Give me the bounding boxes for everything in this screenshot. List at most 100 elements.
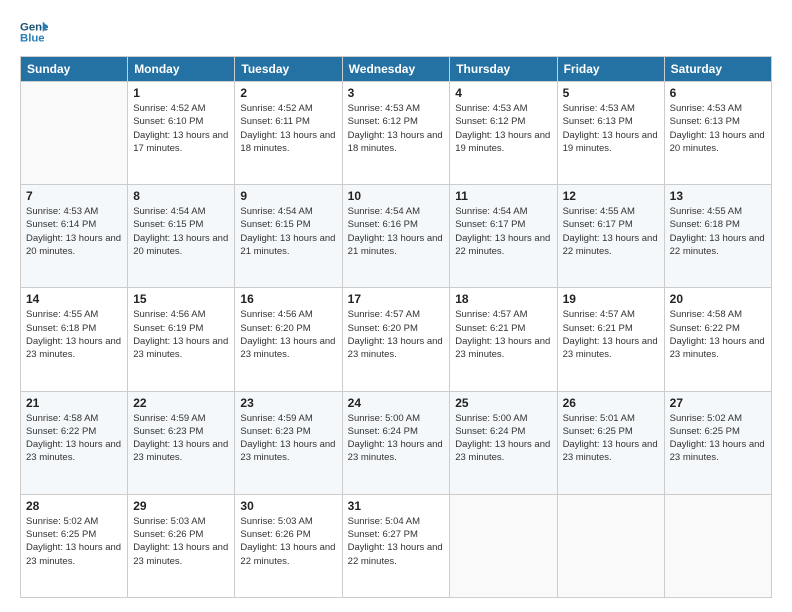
calendar-cell: 8 Sunrise: 4:54 AMSunset: 6:15 PMDaylight… [128, 185, 235, 288]
day-number: 30 [240, 499, 336, 513]
day-number: 8 [133, 189, 229, 203]
calendar-cell: 11 Sunrise: 4:54 AMSunset: 6:17 PMDayligh… [450, 185, 557, 288]
calendar-cell: 21 Sunrise: 4:58 AMSunset: 6:22 PMDayligh… [21, 391, 128, 494]
calendar-cell: 10 Sunrise: 4:54 AMSunset: 6:16 PMDayligh… [342, 185, 450, 288]
day-number: 22 [133, 396, 229, 410]
day-info: Sunrise: 4:54 AMSunset: 6:15 PMDaylight:… [240, 205, 336, 258]
day-number: 9 [240, 189, 336, 203]
calendar-cell: 24Sunrise: 5:00 AMSunset: 6:24 PMDayligh… [342, 391, 450, 494]
calendar-cell: 6Sunrise: 4:53 AMSunset: 6:13 PMDaylight… [664, 82, 771, 185]
day-info: Sunrise: 4:56 AMSunset: 6:20 PMDaylight:… [240, 308, 336, 361]
day-number: 18 [455, 292, 551, 306]
day-number: 4 [455, 86, 551, 100]
calendar-cell [664, 494, 771, 597]
day-info: Sunrise: 4:57 AMSunset: 6:20 PMDaylight:… [348, 308, 445, 361]
day-info: Sunrise: 4:56 AMSunset: 6:19 PMDaylight:… [133, 308, 229, 361]
calendar-table: SundayMondayTuesdayWednesdayThursdayFrid… [20, 56, 772, 598]
header: General Blue [20, 18, 772, 46]
day-info: Sunrise: 4:54 AMSunset: 6:16 PMDaylight:… [348, 205, 445, 258]
page: General Blue SundayMondayTuesdayWednesda… [0, 0, 792, 612]
calendar-cell: 2 Sunrise: 4:52 AMSunset: 6:11 PMDaylight… [235, 82, 342, 185]
day-info: Sunrise: 4:53 AMSunset: 6:13 PMDaylight:… [563, 102, 659, 155]
calendar-cell: 15 Sunrise: 4:56 AMSunset: 6:19 PMDayligh… [128, 288, 235, 391]
day-number: 28 [26, 499, 122, 513]
calendar-cell: 25 Sunrise: 5:00 AMSunset: 6:24 PMDayligh… [450, 391, 557, 494]
day-info: Sunrise: 4:53 AMSunset: 6:14 PMDaylight:… [26, 205, 122, 258]
day-info: Sunrise: 4:53 AMSunset: 6:13 PMDaylight:… [670, 102, 766, 155]
day-info: Sunrise: 4:54 AMSunset: 6:17 PMDaylight:… [455, 205, 551, 258]
day-number: 5 [563, 86, 659, 100]
calendar-week-row: 21 Sunrise: 4:58 AMSunset: 6:22 PMDayligh… [21, 391, 772, 494]
calendar-cell: 17 Sunrise: 4:57 AMSunset: 6:20 PMDayligh… [342, 288, 450, 391]
day-number: 3 [348, 86, 445, 100]
day-info: Sunrise: 4:55 AMSunset: 6:18 PMDaylight:… [670, 205, 766, 258]
day-info: Sunrise: 4:57 AMSunset: 6:21 PMDaylight:… [455, 308, 551, 361]
calendar-cell: 14 Sunrise: 4:55 AMSunset: 6:18 PMDayligh… [21, 288, 128, 391]
day-number: 20 [670, 292, 766, 306]
calendar-week-row: 7 Sunrise: 4:53 AMSunset: 6:14 PMDaylight… [21, 185, 772, 288]
day-number: 2 [240, 86, 336, 100]
calendar-cell: 16 Sunrise: 4:56 AMSunset: 6:20 PMDayligh… [235, 288, 342, 391]
calendar-cell: 23 Sunrise: 4:59 AMSunset: 6:23 PMDayligh… [235, 391, 342, 494]
day-info: Sunrise: 4:53 AMSunset: 6:12 PMDaylight:… [455, 102, 551, 155]
day-number: 12 [563, 189, 659, 203]
day-info: Sunrise: 5:00 AMSunset: 6:24 PMDaylight:… [455, 412, 551, 465]
day-number: 26 [563, 396, 659, 410]
calendar-cell [450, 494, 557, 597]
weekday-header-wednesday: Wednesday [342, 57, 450, 82]
day-number: 11 [455, 189, 551, 203]
weekday-header-friday: Friday [557, 57, 664, 82]
calendar-cell: 18 Sunrise: 4:57 AMSunset: 6:21 PMDayligh… [450, 288, 557, 391]
day-number: 31 [348, 499, 445, 513]
day-number: 23 [240, 396, 336, 410]
day-number: 25 [455, 396, 551, 410]
calendar-cell: 13 Sunrise: 4:55 AMSunset: 6:18 PMDayligh… [664, 185, 771, 288]
weekday-header-monday: Monday [128, 57, 235, 82]
day-number: 15 [133, 292, 229, 306]
weekday-header-saturday: Saturday [664, 57, 771, 82]
day-number: 7 [26, 189, 122, 203]
day-info: Sunrise: 4:52 AMSunset: 6:11 PMDaylight:… [240, 102, 336, 155]
day-number: 29 [133, 499, 229, 513]
calendar-cell: 30Sunrise: 5:03 AMSunset: 6:26 PMDayligh… [235, 494, 342, 597]
weekday-header-thursday: Thursday [450, 57, 557, 82]
day-number: 16 [240, 292, 336, 306]
day-info: Sunrise: 5:03 AMSunset: 6:26 PMDaylight:… [133, 515, 229, 568]
weekday-header-sunday: Sunday [21, 57, 128, 82]
calendar-cell: 1 Sunrise: 4:52 AMSunset: 6:10 PMDaylight… [128, 82, 235, 185]
calendar-cell: 9 Sunrise: 4:54 AMSunset: 6:15 PMDaylight… [235, 185, 342, 288]
logo-icon: General Blue [20, 18, 48, 46]
svg-text:Blue: Blue [20, 33, 45, 45]
day-info: Sunrise: 4:55 AMSunset: 6:17 PMDaylight:… [563, 205, 659, 258]
day-number: 1 [133, 86, 229, 100]
calendar-cell: 27 Sunrise: 5:02 AMSunset: 6:25 PMDayligh… [664, 391, 771, 494]
day-number: 10 [348, 189, 445, 203]
day-info: Sunrise: 5:02 AMSunset: 6:25 PMDaylight:… [26, 515, 122, 568]
day-number: 14 [26, 292, 122, 306]
calendar-cell: 4 Sunrise: 4:53 AMSunset: 6:12 PMDaylight… [450, 82, 557, 185]
day-info: Sunrise: 4:59 AMSunset: 6:23 PMDaylight:… [133, 412, 229, 465]
day-number: 17 [348, 292, 445, 306]
day-info: Sunrise: 4:58 AMSunset: 6:22 PMDaylight:… [670, 308, 766, 361]
day-info: Sunrise: 4:58 AMSunset: 6:22 PMDaylight:… [26, 412, 122, 465]
calendar-cell: 20 Sunrise: 4:58 AMSunset: 6:22 PMDayligh… [664, 288, 771, 391]
calendar-cell: 26Sunrise: 5:01 AMSunset: 6:25 PMDayligh… [557, 391, 664, 494]
day-number: 21 [26, 396, 122, 410]
day-number: 13 [670, 189, 766, 203]
day-info: Sunrise: 4:54 AMSunset: 6:15 PMDaylight:… [133, 205, 229, 258]
logo: General Blue [20, 18, 48, 46]
day-info: Sunrise: 4:53 AMSunset: 6:12 PMDaylight:… [348, 102, 445, 155]
calendar-cell [557, 494, 664, 597]
day-info: Sunrise: 4:59 AMSunset: 6:23 PMDaylight:… [240, 412, 336, 465]
day-info: Sunrise: 5:00 AMSunset: 6:24 PMDaylight:… [348, 412, 445, 465]
calendar-week-row: 14 Sunrise: 4:55 AMSunset: 6:18 PMDayligh… [21, 288, 772, 391]
day-number: 27 [670, 396, 766, 410]
day-info: Sunrise: 5:04 AMSunset: 6:27 PMDaylight:… [348, 515, 445, 568]
calendar-week-row: 28 Sunrise: 5:02 AMSunset: 6:25 PMDayligh… [21, 494, 772, 597]
calendar-cell: 5 Sunrise: 4:53 AMSunset: 6:13 PMDaylight… [557, 82, 664, 185]
calendar-cell: 3 Sunrise: 4:53 AMSunset: 6:12 PMDaylight… [342, 82, 450, 185]
calendar-cell: 29 Sunrise: 5:03 AMSunset: 6:26 PMDayligh… [128, 494, 235, 597]
day-info: Sunrise: 4:52 AMSunset: 6:10 PMDaylight:… [133, 102, 229, 155]
day-info: Sunrise: 4:55 AMSunset: 6:18 PMDaylight:… [26, 308, 122, 361]
day-info: Sunrise: 5:02 AMSunset: 6:25 PMDaylight:… [670, 412, 766, 465]
